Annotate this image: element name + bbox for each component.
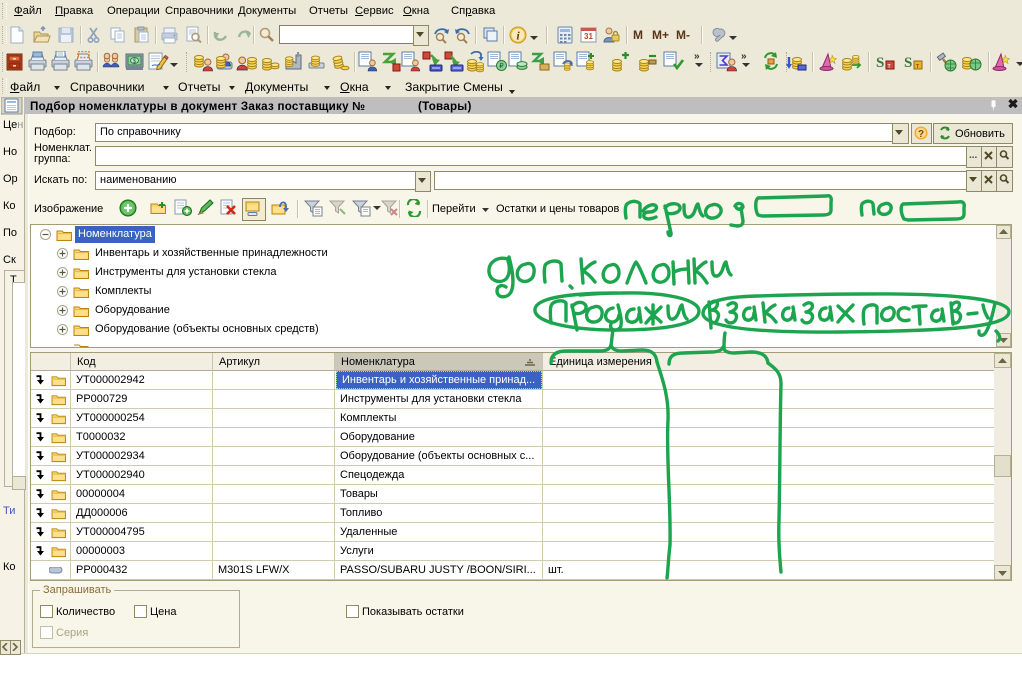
svg-text:S: S <box>876 55 884 71</box>
svg-text:31: 31 <box>584 32 593 41</box>
svg-text:?: ? <box>918 129 924 140</box>
svg-text:₽: ₽ <box>499 62 504 70</box>
svg-text:»: » <box>741 51 747 62</box>
svg-text:»: » <box>694 51 700 62</box>
svg-text:S: S <box>904 55 912 71</box>
